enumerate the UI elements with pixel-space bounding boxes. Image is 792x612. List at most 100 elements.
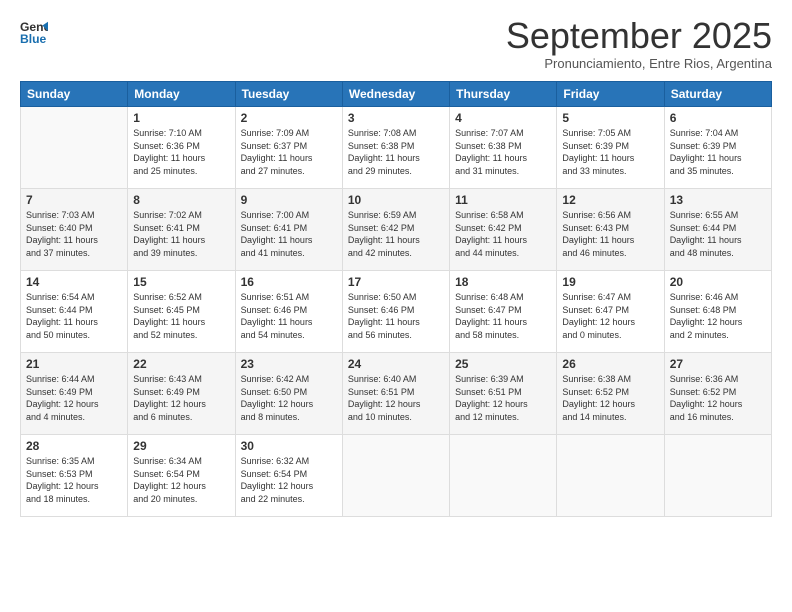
day-number: 3 bbox=[348, 111, 444, 125]
calendar-cell-w1-d2: 1Sunrise: 7:10 AM Sunset: 6:36 PM Daylig… bbox=[128, 107, 235, 189]
day-number: 4 bbox=[455, 111, 551, 125]
calendar-cell-w2-d2: 8 Sunrise: 7:02 AM Sunset: 6:41 PM Daylig… bbox=[128, 189, 235, 271]
calendar-cell-w5-d6 bbox=[557, 435, 664, 517]
day-info: Sunrise: 6:39 AM Sunset: 6:51 PM Dayligh… bbox=[455, 373, 551, 423]
logo: General Blue bbox=[20, 18, 48, 46]
day-number: 8 bbox=[133, 193, 229, 207]
day-info: Sunrise: 7:09 AM Sunset: 6:37 PM Dayligh… bbox=[241, 127, 337, 177]
day-number: 25 bbox=[455, 357, 551, 371]
calendar-cell-w1-d6: 5 Sunrise: 7:05 AM Sunset: 6:39 PM Daylig… bbox=[557, 107, 664, 189]
day-info: Sunrise: 6:48 AM Sunset: 6:47 PM Dayligh… bbox=[455, 291, 551, 341]
day-number: 12 bbox=[562, 193, 658, 207]
month-title: September 2025 bbox=[506, 18, 772, 54]
weekday-header-sunday: Sunday bbox=[21, 82, 128, 107]
day-info: Sunrise: 6:44 AM Sunset: 6:49 PM Dayligh… bbox=[26, 373, 122, 423]
day-info: Sunrise: 6:55 AM Sunset: 6:44 PM Dayligh… bbox=[670, 209, 766, 259]
day-number: 2 bbox=[241, 111, 337, 125]
day-info: Sunrise: 6:32 AM Sunset: 6:54 PM Dayligh… bbox=[241, 455, 337, 505]
calendar-cell-w4-d1: 21 Sunrise: 6:44 AM Sunset: 6:49 PM Dayli… bbox=[21, 353, 128, 435]
day-info: Sunrise: 6:50 AM Sunset: 6:46 PM Dayligh… bbox=[348, 291, 444, 341]
day-number: 20 bbox=[670, 275, 766, 289]
weekday-header-tuesday: Tuesday bbox=[235, 82, 342, 107]
day-number: 14 bbox=[26, 275, 122, 289]
day-info: Sunrise: 7:04 AM Sunset: 6:39 PM Dayligh… bbox=[670, 127, 766, 177]
day-info: Sunrise: 6:56 AM Sunset: 6:43 PM Dayligh… bbox=[562, 209, 658, 259]
calendar-cell-w5-d1: 28 Sunrise: 6:35 AM Sunset: 6:53 PM Dayli… bbox=[21, 435, 128, 517]
day-number: 22 bbox=[133, 357, 229, 371]
day-info: Sunrise: 6:46 AM Sunset: 6:48 PM Dayligh… bbox=[670, 291, 766, 341]
day-info: Sunrise: 6:59 AM Sunset: 6:42 PM Dayligh… bbox=[348, 209, 444, 259]
day-info: Sunrise: 6:38 AM Sunset: 6:52 PM Dayligh… bbox=[562, 373, 658, 423]
calendar-cell-w2-d1: 7 Sunrise: 7:03 AM Sunset: 6:40 PM Daylig… bbox=[21, 189, 128, 271]
calendar-cell-w5-d3: 30 Sunrise: 6:32 AM Sunset: 6:54 PM Dayli… bbox=[235, 435, 342, 517]
calendar-cell-w1-d7: 6 Sunrise: 7:04 AM Sunset: 6:39 PM Daylig… bbox=[664, 107, 771, 189]
day-info: Sunrise: 7:07 AM Sunset: 6:38 PM Dayligh… bbox=[455, 127, 551, 177]
day-number: 21 bbox=[26, 357, 122, 371]
calendar-cell-w2-d3: 9Sunrise: 7:00 AM Sunset: 6:41 PM Daylig… bbox=[235, 189, 342, 271]
week-row-5: 28 Sunrise: 6:35 AM Sunset: 6:53 PM Dayli… bbox=[21, 435, 772, 517]
weekday-header-monday: Monday bbox=[128, 82, 235, 107]
subtitle: Pronunciamiento, Entre Rios, Argentina bbox=[506, 56, 772, 71]
day-number: 10 bbox=[348, 193, 444, 207]
day-number: 5 bbox=[562, 111, 658, 125]
day-number: 30 bbox=[241, 439, 337, 453]
page: General Blue September 2025 Pronunciamie… bbox=[0, 0, 792, 527]
calendar-cell-w3-d6: 19Sunrise: 6:47 AM Sunset: 6:47 PM Dayli… bbox=[557, 271, 664, 353]
weekday-header-saturday: Saturday bbox=[664, 82, 771, 107]
calendar-cell-w3-d1: 14Sunrise: 6:54 AM Sunset: 6:44 PM Dayli… bbox=[21, 271, 128, 353]
day-info: Sunrise: 6:36 AM Sunset: 6:52 PM Dayligh… bbox=[670, 373, 766, 423]
calendar-cell-w1-d4: 3Sunrise: 7:08 AM Sunset: 6:38 PM Daylig… bbox=[342, 107, 449, 189]
svg-text:Blue: Blue bbox=[20, 32, 47, 46]
calendar-cell-w3-d3: 16 Sunrise: 6:51 AM Sunset: 6:46 PM Dayli… bbox=[235, 271, 342, 353]
day-number: 15 bbox=[133, 275, 229, 289]
calendar-cell-w4-d3: 23Sunrise: 6:42 AM Sunset: 6:50 PM Dayli… bbox=[235, 353, 342, 435]
day-info: Sunrise: 7:05 AM Sunset: 6:39 PM Dayligh… bbox=[562, 127, 658, 177]
calendar-cell-w2-d7: 13 Sunrise: 6:55 AM Sunset: 6:44 PM Dayli… bbox=[664, 189, 771, 271]
day-info: Sunrise: 6:52 AM Sunset: 6:45 PM Dayligh… bbox=[133, 291, 229, 341]
day-number: 18 bbox=[455, 275, 551, 289]
day-number: 9 bbox=[241, 193, 337, 207]
calendar-cell-w4-d2: 22Sunrise: 6:43 AM Sunset: 6:49 PM Dayli… bbox=[128, 353, 235, 435]
weekday-header-thursday: Thursday bbox=[450, 82, 557, 107]
calendar-cell-w1-d3: 2 Sunrise: 7:09 AM Sunset: 6:37 PM Daylig… bbox=[235, 107, 342, 189]
day-info: Sunrise: 6:58 AM Sunset: 6:42 PM Dayligh… bbox=[455, 209, 551, 259]
day-number: 23 bbox=[241, 357, 337, 371]
logo-icon: General Blue bbox=[20, 18, 48, 46]
day-number: 28 bbox=[26, 439, 122, 453]
day-info: Sunrise: 7:03 AM Sunset: 6:40 PM Dayligh… bbox=[26, 209, 122, 259]
week-row-1: 1Sunrise: 7:10 AM Sunset: 6:36 PM Daylig… bbox=[21, 107, 772, 189]
calendar-cell-w4-d5: 25 Sunrise: 6:39 AM Sunset: 6:51 PM Dayli… bbox=[450, 353, 557, 435]
day-number: 16 bbox=[241, 275, 337, 289]
day-number: 11 bbox=[455, 193, 551, 207]
calendar-cell-w1-d5: 4 Sunrise: 7:07 AM Sunset: 6:38 PM Daylig… bbox=[450, 107, 557, 189]
day-info: Sunrise: 6:35 AM Sunset: 6:53 PM Dayligh… bbox=[26, 455, 122, 505]
day-info: Sunrise: 6:47 AM Sunset: 6:47 PM Dayligh… bbox=[562, 291, 658, 341]
calendar-cell-w5-d7 bbox=[664, 435, 771, 517]
calendar-cell-w5-d5 bbox=[450, 435, 557, 517]
calendar-cell-w4-d6: 26Sunrise: 6:38 AM Sunset: 6:52 PM Dayli… bbox=[557, 353, 664, 435]
day-number: 7 bbox=[26, 193, 122, 207]
day-number: 17 bbox=[348, 275, 444, 289]
calendar-cell-w4-d4: 24 Sunrise: 6:40 AM Sunset: 6:51 PM Dayli… bbox=[342, 353, 449, 435]
day-info: Sunrise: 6:34 AM Sunset: 6:54 PM Dayligh… bbox=[133, 455, 229, 505]
day-number: 24 bbox=[348, 357, 444, 371]
day-info: Sunrise: 6:51 AM Sunset: 6:46 PM Dayligh… bbox=[241, 291, 337, 341]
day-number: 27 bbox=[670, 357, 766, 371]
calendar-cell-w2-d5: 11 Sunrise: 6:58 AM Sunset: 6:42 PM Dayli… bbox=[450, 189, 557, 271]
calendar-cell-w4-d7: 27 Sunrise: 6:36 AM Sunset: 6:52 PM Dayli… bbox=[664, 353, 771, 435]
calendar-cell-w3-d7: 20 Sunrise: 6:46 AM Sunset: 6:48 PM Dayli… bbox=[664, 271, 771, 353]
week-row-4: 21 Sunrise: 6:44 AM Sunset: 6:49 PM Dayli… bbox=[21, 353, 772, 435]
week-row-3: 14Sunrise: 6:54 AM Sunset: 6:44 PM Dayli… bbox=[21, 271, 772, 353]
day-info: Sunrise: 6:40 AM Sunset: 6:51 PM Dayligh… bbox=[348, 373, 444, 423]
week-row-2: 7 Sunrise: 7:03 AM Sunset: 6:40 PM Daylig… bbox=[21, 189, 772, 271]
calendar-cell-w5-d2: 29 Sunrise: 6:34 AM Sunset: 6:54 PM Dayli… bbox=[128, 435, 235, 517]
day-info: Sunrise: 7:02 AM Sunset: 6:41 PM Dayligh… bbox=[133, 209, 229, 259]
weekday-header-row: SundayMondayTuesdayWednesdayThursdayFrid… bbox=[21, 82, 772, 107]
day-info: Sunrise: 7:10 AM Sunset: 6:36 PM Dayligh… bbox=[133, 127, 229, 177]
day-number: 13 bbox=[670, 193, 766, 207]
weekday-header-friday: Friday bbox=[557, 82, 664, 107]
day-number: 6 bbox=[670, 111, 766, 125]
calendar-cell-w2-d4: 10 Sunrise: 6:59 AM Sunset: 6:42 PM Dayli… bbox=[342, 189, 449, 271]
day-number: 29 bbox=[133, 439, 229, 453]
calendar-cell-w3-d5: 18 Sunrise: 6:48 AM Sunset: 6:47 PM Dayli… bbox=[450, 271, 557, 353]
